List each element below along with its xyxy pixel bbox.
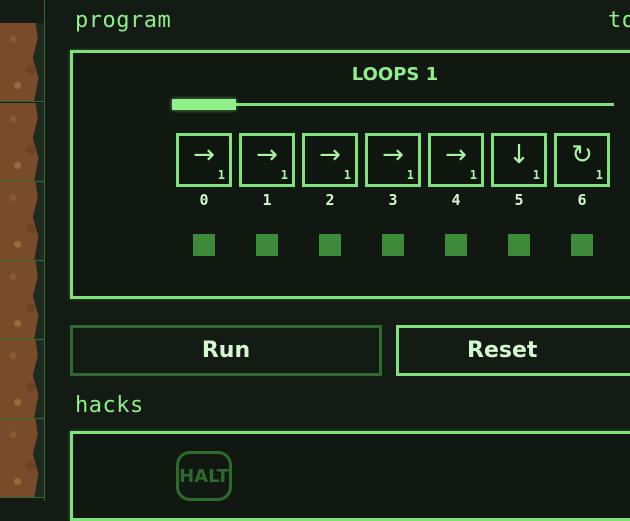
slot-marker	[571, 234, 593, 256]
slot-marker	[382, 234, 404, 256]
slot-marker	[193, 234, 215, 256]
slot-index: 2	[325, 191, 335, 209]
slot-count: 1	[406, 168, 414, 182]
slot-marker	[508, 234, 530, 256]
terrain-tile	[0, 23, 44, 102]
terrain-tile	[0, 261, 44, 340]
slot-index: 5	[514, 191, 524, 209]
slot-index: 1	[262, 191, 272, 209]
program-slot[interactable]: ↓ 1	[491, 133, 547, 187]
run-button[interactable]: Run	[70, 325, 382, 376]
rotate-icon: ↻	[571, 140, 593, 170]
hacks-label: hacks	[75, 393, 144, 418]
slot-index: 6	[577, 191, 587, 209]
loop-progress-fill	[172, 99, 236, 110]
slot-index: 0	[199, 191, 209, 209]
loops-title: LOOPS 1	[351, 64, 439, 85]
slot-count: 1	[595, 168, 603, 182]
reset-button[interactable]: Reset	[396, 325, 630, 376]
hacks-panel	[70, 431, 630, 521]
arrow-right-icon: →	[193, 140, 215, 170]
terrain-tile	[0, 340, 44, 419]
arrow-down-icon: ↓	[508, 140, 530, 170]
terrain-tile	[0, 103, 44, 182]
loop-progress-track	[172, 103, 614, 106]
arrow-right-icon: →	[319, 140, 341, 170]
halt-hack-button[interactable]: HALT	[176, 451, 232, 501]
slot-marker	[445, 234, 467, 256]
slot-count: 1	[343, 168, 351, 182]
program-slot[interactable]: → 1	[176, 133, 232, 187]
program-slot[interactable]: ↻ 1	[554, 133, 610, 187]
program-slot[interactable]: → 1	[365, 133, 421, 187]
arrow-right-icon: →	[382, 140, 404, 170]
terrain-tile	[0, 419, 44, 498]
slot-index: 4	[451, 191, 461, 209]
slot-count: 1	[532, 168, 540, 182]
header-right-label: to	[608, 8, 630, 33]
slot-marker	[256, 234, 278, 256]
slot-index: 3	[388, 191, 398, 209]
slot-count: 1	[217, 168, 225, 182]
program-slot[interactable]: → 1	[239, 133, 295, 187]
slot-marker	[319, 234, 341, 256]
program-slot[interactable]: → 1	[428, 133, 484, 187]
slot-count: 1	[469, 168, 477, 182]
arrow-right-icon: →	[445, 140, 467, 170]
program-slot[interactable]: → 1	[302, 133, 358, 187]
terrain-tile	[0, 182, 44, 261]
arrow-right-icon: →	[256, 140, 278, 170]
program-label: program	[75, 8, 172, 33]
slot-count: 1	[280, 168, 288, 182]
map-strip	[0, 0, 45, 501]
